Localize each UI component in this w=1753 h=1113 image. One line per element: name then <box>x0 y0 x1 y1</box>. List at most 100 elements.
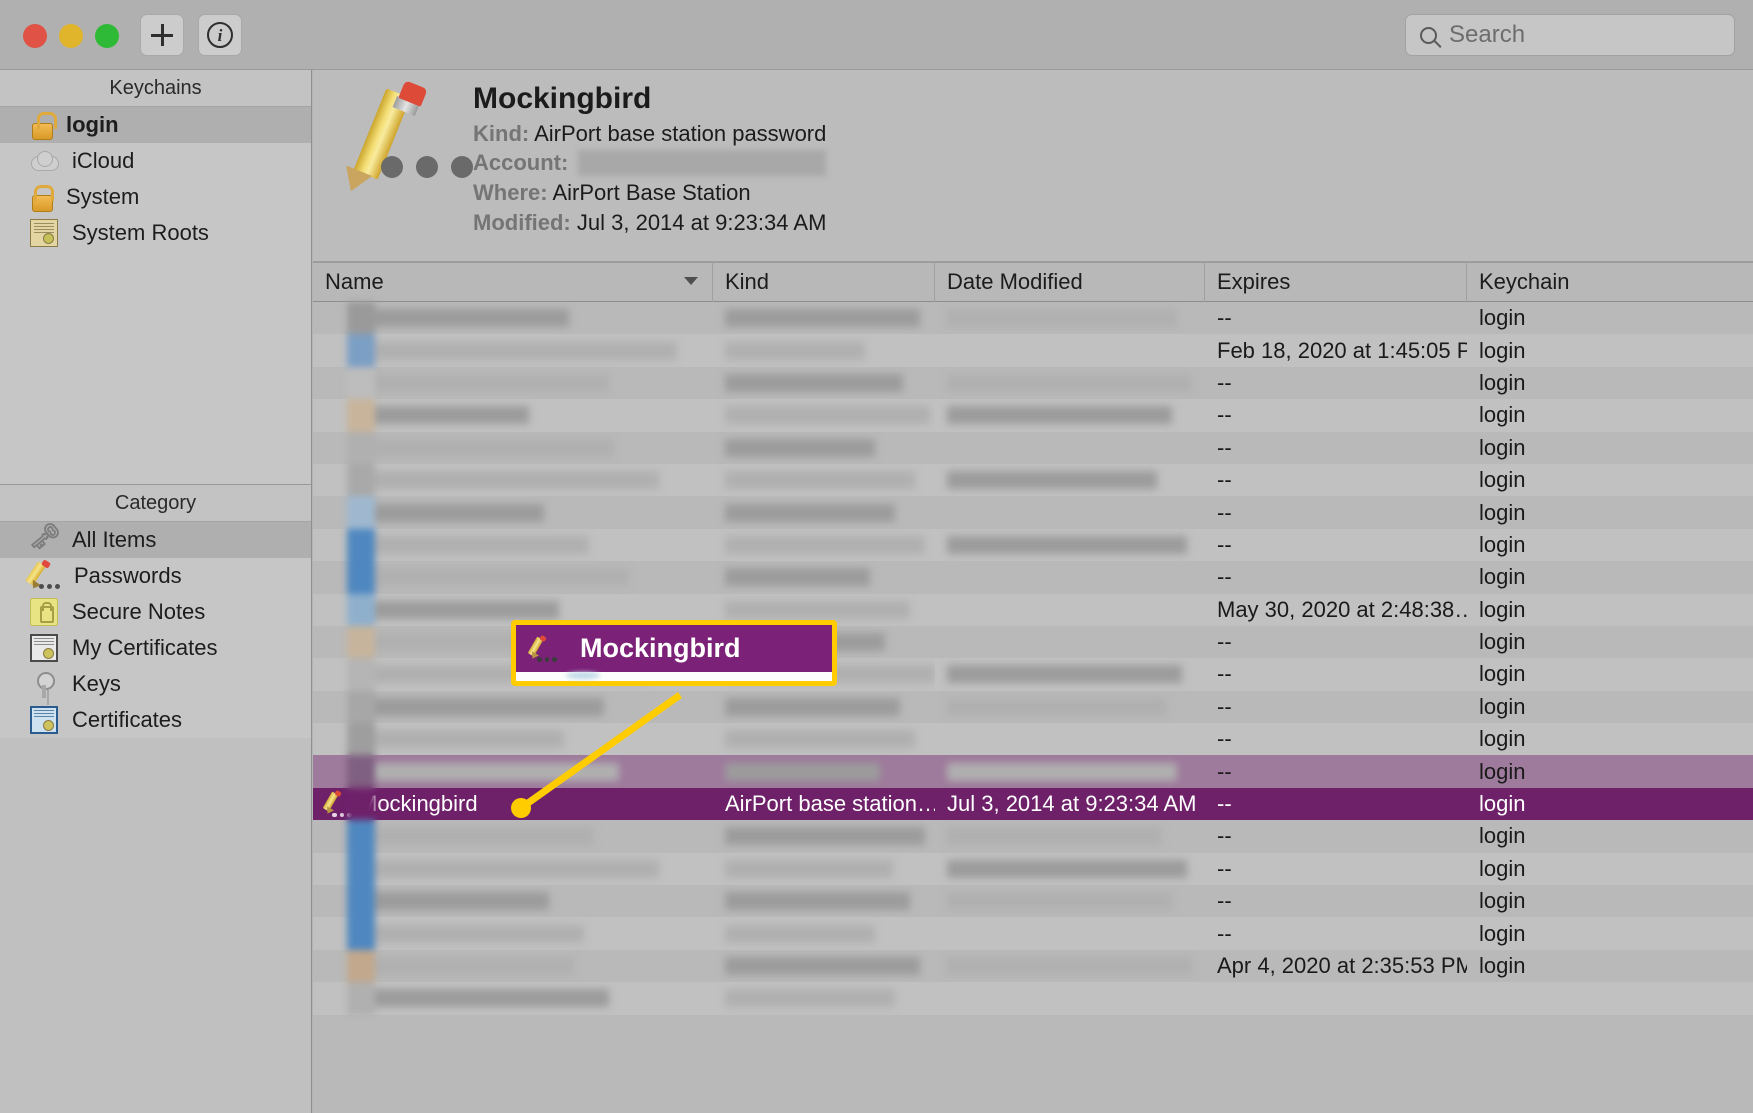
table-row[interactable]: -- login <box>313 820 1753 853</box>
table-row[interactable]: -- login <box>313 496 1753 529</box>
column-header-date-modified[interactable]: Date Modified <box>935 262 1205 302</box>
cell-keychain: login <box>1479 402 1526 428</box>
table-row[interactable]: -- login <box>313 431 1753 464</box>
table-row[interactable]: -- login <box>313 917 1753 950</box>
row-icon-blur <box>347 852 375 886</box>
sidebar-item-certificates[interactable]: Certificates <box>0 702 311 738</box>
cell-date-modified <box>935 432 1205 464</box>
pencil-icon <box>25 559 60 592</box>
cell-kind <box>713 367 935 399</box>
table-row[interactable]: -- login <box>313 463 1753 497</box>
table-row[interactable]: -- login <box>313 852 1753 886</box>
cell-kind <box>713 691 935 723</box>
item-info-button[interactable]: i <box>198 14 242 56</box>
sidebar: Keychains login iCloud System System Roo… <box>0 70 312 1113</box>
redacted-value <box>725 406 930 425</box>
zoom-button[interactable] <box>95 24 119 48</box>
callout-label: Mockingbird <box>580 633 741 663</box>
table-row[interactable]: -- login <box>313 690 1753 724</box>
table-row[interactable]: -- login <box>313 366 1753 400</box>
cell-kind <box>713 399 935 431</box>
items-table[interactable]: -- login Feb 18, 2020 at 1:45:05 P… login --… <box>313 302 1753 1113</box>
cell-expires: -- <box>1217 791 1232 817</box>
cell-date-modified <box>935 723 1205 755</box>
sidebar-item-passwords[interactable]: Passwords <box>0 558 311 594</box>
sidebar-item-system[interactable]: System <box>0 179 311 215</box>
key-icon <box>30 670 58 698</box>
redacted-value <box>359 730 564 749</box>
column-header-keychain[interactable]: Keychain <box>1467 262 1753 302</box>
sidebar-item-my-certificates[interactable]: My Certificates <box>0 630 311 666</box>
table-row[interactable]: -- login <box>313 528 1753 562</box>
cell-kind <box>713 982 935 1014</box>
cell-date-modified <box>935 885 1205 917</box>
redacted-value <box>725 762 880 781</box>
sidebar-item-system-roots[interactable]: System Roots <box>0 215 311 251</box>
add-item-button[interactable] <box>140 14 184 56</box>
detail-where-value: AirPort Base Station <box>552 180 751 205</box>
sidebar-item-all-items[interactable]: All Items <box>0 522 311 558</box>
cell-keychain: login <box>1479 693 1526 719</box>
cell-kind <box>713 723 935 755</box>
table-row[interactable]: Apr 4, 2020 at 2:35:53 PM login <box>313 949 1753 983</box>
row-icon-blur <box>347 723 375 756</box>
redacted-value <box>359 438 614 457</box>
redacted-value <box>725 730 915 749</box>
sidebar-item-icloud[interactable]: iCloud <box>0 143 311 179</box>
redacted-value <box>359 924 584 943</box>
redacted-value <box>725 600 910 619</box>
column-header-expires[interactable]: Expires <box>1205 262 1467 302</box>
cell-kind: AirPort base station… <box>713 788 935 820</box>
redacted-value <box>947 892 1172 911</box>
search-input[interactable]: Search <box>1405 14 1735 56</box>
redacted-value <box>359 309 569 328</box>
cell-expires: -- <box>1217 467 1232 493</box>
redacted-value <box>359 600 559 619</box>
cell-date-modified <box>935 982 1205 1014</box>
detail-account-value-redacted <box>578 150 827 176</box>
row-icon-blur <box>347 302 375 335</box>
callout-ghost-shape <box>566 672 600 679</box>
window-titlebar: i Search <box>0 0 1753 70</box>
redacted-value <box>359 892 549 911</box>
item-title: Mockingbird <box>473 82 652 115</box>
sidebar-item-label: Certificates <box>72 707 183 732</box>
row-icon-blur <box>347 528 375 562</box>
table-row[interactable]: -- login <box>313 302 1753 335</box>
cell-date-modified <box>935 334 1205 366</box>
table-row[interactable]: -- login <box>313 885 1753 918</box>
cell-expires: -- <box>1217 726 1232 752</box>
table-row[interactable]: -- login <box>313 561 1753 594</box>
row-icon-blur <box>347 366 375 400</box>
sidebar-item-login[interactable]: login <box>0 107 311 143</box>
cell-date-text: Jul 3, 2014 at 9:23:34 AM <box>947 791 1197 817</box>
table-row[interactable]: Feb 18, 2020 at 1:45:05 P… login <box>313 334 1753 367</box>
keychains-header: Keychains <box>0 70 311 107</box>
cell-expires: -- <box>1217 499 1232 525</box>
redacted-value <box>947 859 1187 878</box>
table-row[interactable] <box>313 982 1753 1015</box>
cell-keychain: login <box>1479 791 1526 817</box>
column-header-name[interactable]: Name <box>313 262 713 302</box>
row-icon-blur <box>347 334 375 367</box>
column-header-kind[interactable]: Kind <box>713 262 935 302</box>
redacted-value <box>947 762 1177 781</box>
table-row[interactable]: -- login <box>313 399 1753 432</box>
category-pane: Category All Items Passwords Sec <box>0 485 311 738</box>
redacted-value <box>359 827 594 846</box>
sidebar-item-keys[interactable]: Keys <box>0 666 311 702</box>
cell-expires: -- <box>1217 531 1232 557</box>
redacted-value <box>725 859 893 878</box>
redacted-value <box>359 568 629 587</box>
table-row[interactable]: -- login <box>313 723 1753 756</box>
table-row[interactable]: -- login <box>313 755 1753 788</box>
redacted-value <box>947 309 1177 328</box>
close-button[interactable] <box>23 24 47 48</box>
minimize-button[interactable] <box>59 24 83 48</box>
column-label: Kind <box>725 269 770 294</box>
sidebar-item-secure-notes[interactable]: Secure Notes <box>0 594 311 630</box>
cell-keychain: login <box>1479 953 1526 978</box>
pencil-password-icon <box>527 634 557 662</box>
cell-name-text: Mockingbird <box>359 791 478 817</box>
chevron-down-icon <box>684 277 698 285</box>
